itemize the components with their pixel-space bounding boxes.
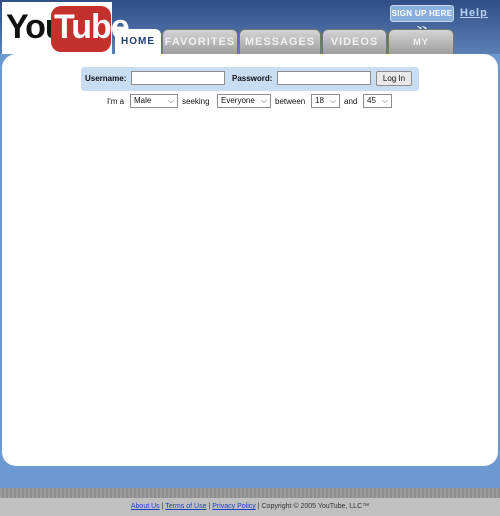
privacy-policy-link[interactable]: Privacy Policy — [212, 503, 256, 510]
chevron-down-icon: ⌵ — [260, 96, 267, 105]
signup-button[interactable]: SIGN UP HERE >> — [390, 5, 454, 33]
about-us-link[interactable]: About Us — [131, 503, 160, 510]
search-row: I'm a Male ⌵ seeking Everyone ⌵ between … — [0, 93, 500, 109]
chevron-down-icon: ⌵ — [329, 96, 336, 105]
age-min-value: 18 — [315, 96, 324, 105]
tab-my-profile[interactable]: MY PROFILE — [388, 29, 454, 71]
login-bar: Username: Password: Log In — [81, 67, 419, 91]
password-label: Password: — [232, 74, 273, 83]
tab-messages[interactable]: MESSAGES — [239, 29, 321, 55]
age-max-value: 45 — [367, 96, 376, 105]
copyright-text: | Copyright © 2005 YouTube, LLC™ — [255, 503, 370, 510]
seeking-select[interactable]: Everyone ⌵ — [217, 94, 271, 108]
gender-select[interactable]: Male ⌵ — [130, 94, 178, 108]
footer-divider — [0, 488, 500, 498]
seeking-label: seeking — [182, 97, 210, 106]
chevron-down-icon: ⌵ — [381, 96, 388, 105]
content-area — [2, 54, 498, 466]
main-tabs: HOME FAVORITES MESSAGES VIDEOS MY PROFIL… — [0, 29, 500, 71]
gender-value: Male — [134, 96, 152, 105]
tab-favorites[interactable]: FAVORITES — [162, 29, 238, 55]
age-min-select[interactable]: 18 ⌵ — [311, 94, 340, 108]
username-field[interactable] — [131, 71, 225, 85]
username-label: Username: — [85, 74, 127, 83]
im-a-label: I'm a — [107, 97, 125, 106]
login-button[interactable]: Log In — [376, 71, 412, 86]
tab-home[interactable]: HOME — [115, 29, 161, 55]
terms-of-use-link[interactable]: Terms of Use — [165, 503, 206, 510]
help-link[interactable]: Help — [460, 7, 488, 19]
password-field[interactable] — [277, 71, 371, 85]
footer: About Us | Terms of Use | Privacy Policy… — [0, 498, 500, 516]
and-label: and — [344, 97, 358, 106]
seeking-value: Everyone — [221, 96, 255, 105]
chevron-down-icon: ⌵ — [167, 96, 174, 105]
between-label: between — [275, 97, 306, 106]
tab-videos[interactable]: VIDEOS — [322, 29, 387, 55]
age-max-select[interactable]: 45 ⌵ — [363, 94, 392, 108]
